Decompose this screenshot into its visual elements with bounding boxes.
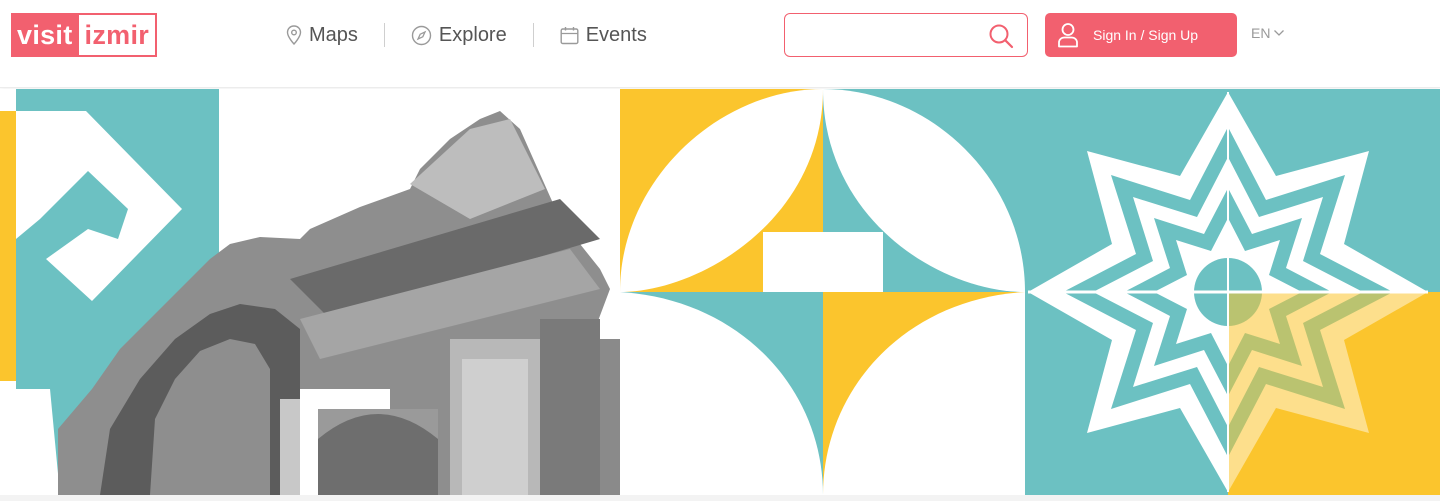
nav-item-events-label: Events [585, 23, 647, 46]
search-input[interactable] [795, 22, 985, 48]
sign-in-label: Sign In / Sign Up [1093, 27, 1199, 43]
site-header: visit izmir Maps Explore Events Sign In … [0, 0, 1440, 88]
visit-izmir-logo[interactable]: visit izmir [11, 13, 158, 57]
compass-icon [411, 25, 432, 45]
map-pin-icon [286, 25, 302, 45]
search-box [784, 13, 1028, 57]
banner-bottom-strip [0, 495, 1440, 501]
nav-divider [383, 23, 385, 47]
nav-item-maps[interactable]: Maps [286, 24, 358, 47]
search-icon[interactable] [987, 22, 1015, 50]
logo-izmir-text: izmir [78, 15, 156, 55]
sign-in-button[interactable]: Sign In / Sign Up [1045, 13, 1237, 57]
circle-quadrant-panel [620, 89, 1025, 495]
star-motif-panel [1025, 89, 1440, 495]
nav-item-explore-label: Explore [438, 23, 507, 46]
chevron-down-icon [1274, 30, 1285, 36]
calendar-icon [560, 26, 579, 44]
language-label: EN [1251, 25, 1271, 41]
nav-item-explore[interactable]: Explore [411, 24, 507, 47]
hero-banner [0, 89, 1440, 495]
nav-item-maps-label: Maps [309, 23, 358, 46]
hero-pattern-illustration [0, 89, 1440, 495]
language-selector[interactable]: EN [1251, 25, 1285, 41]
user-icon [1058, 23, 1078, 48]
logo-visit-text: visit [13, 15, 79, 55]
nav-item-events[interactable]: Events [560, 24, 647, 47]
main-nav: Maps Explore Events [286, 20, 647, 50]
nav-divider [532, 23, 534, 47]
